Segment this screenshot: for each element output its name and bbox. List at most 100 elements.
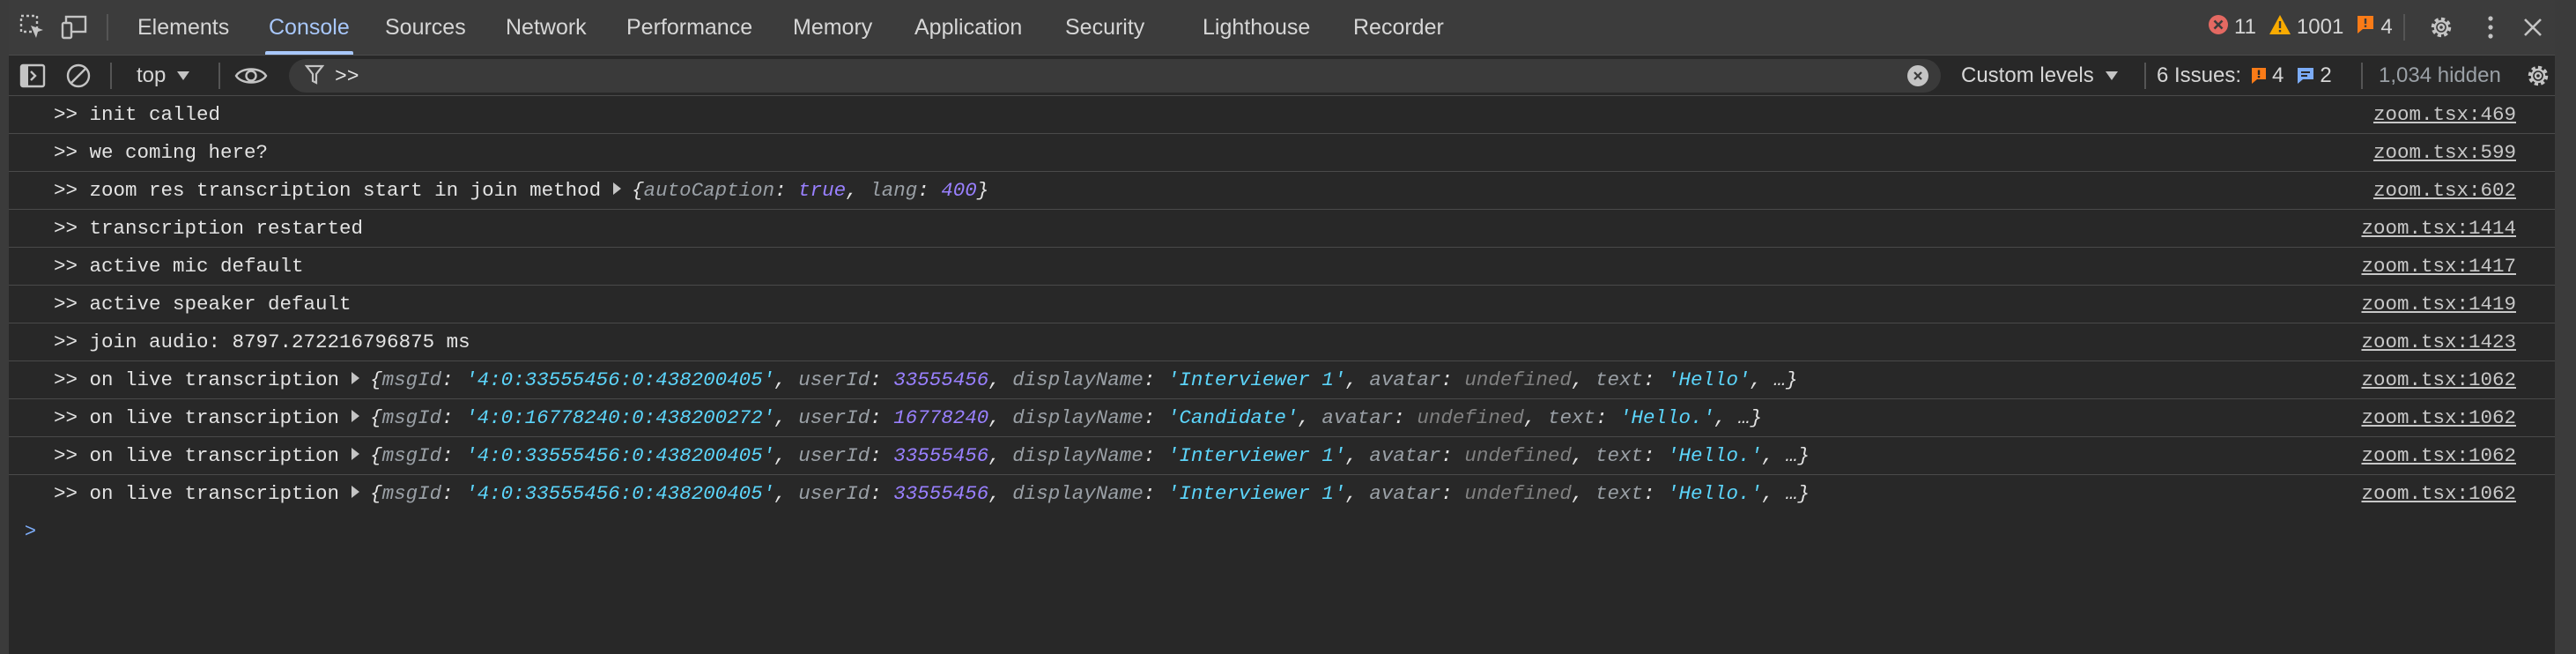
- tab-security[interactable]: Security: [1065, 0, 1144, 55]
- object-key: userId: [798, 406, 870, 429]
- sidebar-toggle-icon[interactable]: [19, 56, 46, 95]
- issue-count[interactable]: 4: [2356, 14, 2393, 41]
- chevron-down-icon: [2105, 71, 2119, 81]
- clear-filter-icon[interactable]: [1907, 65, 1928, 86]
- object-colon: :: [1143, 406, 1167, 429]
- filter-input[interactable]: [333, 62, 1869, 92]
- device-toolbar-icon[interactable]: [60, 12, 90, 42]
- expand-triangle-icon[interactable]: [352, 410, 360, 423]
- object-separator: ,: [1345, 482, 1370, 505]
- console-message-text: >> transcription restarted: [54, 217, 364, 240]
- error-count[interactable]: 11: [2208, 14, 2256, 41]
- object-value: 400: [941, 179, 977, 202]
- warning-count[interactable]: 1001: [2269, 14, 2343, 41]
- object-key: msgId: [381, 482, 442, 505]
- settings-gear-icon[interactable]: [2426, 12, 2456, 42]
- tab-elements[interactable]: Elements: [137, 0, 229, 55]
- issues-button[interactable]: 6 Issues: 4 2: [2157, 56, 2332, 95]
- object-value: 'Hello.': [1666, 444, 1763, 467]
- object-separator: ,: [1345, 368, 1370, 391]
- object-value: '4:0:33555456:0:438200405': [465, 368, 775, 391]
- tabbar-separator-right: [2403, 14, 2405, 41]
- object-value: 16778240: [893, 406, 989, 429]
- source-link[interactable]: zoom.tsx:602: [2373, 172, 2516, 209]
- object-separator: ,: [774, 406, 799, 429]
- expand-triangle-icon[interactable]: [613, 182, 622, 196]
- console-message-content: >> on live transcription {msgId: '4:0:335…: [54, 475, 1810, 512]
- tab-recorder[interactable]: Recorder: [1353, 0, 1444, 55]
- source-link[interactable]: zoom.tsx:1062: [2361, 399, 2516, 436]
- object-preview[interactable]: {msgId: '4:0:33555456:0:438200405', user…: [370, 482, 1810, 505]
- inspect-element-icon[interactable]: [18, 12, 48, 42]
- object-key: text: [1595, 482, 1643, 505]
- filterbar-separator: [2361, 63, 2363, 89]
- object-value: 'Hello.': [1618, 406, 1714, 429]
- expand-triangle-icon[interactable]: [352, 486, 360, 499]
- source-link[interactable]: zoom.tsx:599: [2373, 134, 2516, 171]
- left-gutter: [0, 0, 9, 654]
- object-preview[interactable]: {msgId: '4:0:16778240:0:438200272', user…: [370, 406, 1762, 429]
- source-link[interactable]: zoom.tsx:1423: [2361, 323, 2516, 360]
- console-message: >> active mic default zoom.tsx:1417: [9, 248, 2555, 286]
- filterbar-separator: [218, 63, 220, 89]
- console-message-text: >> on live transcription: [54, 368, 340, 391]
- object-value: true: [798, 179, 847, 202]
- tab-sources[interactable]: Sources: [385, 0, 466, 55]
- object-separator: ,: [1571, 482, 1595, 505]
- clear-console-icon[interactable]: [65, 56, 92, 95]
- console-counts[interactable]: 11 1001 4: [2208, 0, 2405, 55]
- console-prompt[interactable]: >: [25, 519, 36, 542]
- source-link[interactable]: zoom.tsx:1062: [2361, 361, 2516, 398]
- context-selector[interactable]: top: [137, 56, 190, 95]
- object-separator: ,: [988, 482, 1013, 505]
- live-expression-eye-icon[interactable]: [234, 56, 268, 95]
- expand-triangle-icon[interactable]: [352, 448, 360, 461]
- console-messages: >> init called zoom.tsx:469 >> we coming…: [9, 96, 2555, 512]
- tab-lighthouse[interactable]: Lighthouse: [1203, 0, 1310, 55]
- object-colon: :: [1143, 444, 1167, 467]
- tab-memory[interactable]: Memory: [793, 0, 872, 55]
- tab-console[interactable]: Console: [265, 0, 353, 55]
- issue-warning-icon: [2250, 66, 2268, 85]
- source-link[interactable]: zoom.tsx:469: [2373, 96, 2516, 133]
- object-preview[interactable]: {autoCaption: true, lang: 400}: [632, 179, 988, 202]
- console-message-content: >> zoom res transcription start in join …: [54, 172, 988, 209]
- source-link[interactable]: zoom.tsx:1062: [2361, 437, 2516, 474]
- tab-application[interactable]: Application: [914, 0, 1022, 55]
- object-brace: {: [370, 406, 382, 429]
- console-message: >> transcription restarted zoom.tsx:1414: [9, 210, 2555, 248]
- object-colon: :: [1440, 368, 1465, 391]
- console-settings-gear-icon[interactable]: [2525, 56, 2551, 95]
- console-message: >> we coming here? zoom.tsx:599: [9, 134, 2555, 172]
- object-preview[interactable]: {msgId: '4:0:33555456:0:438200405', user…: [370, 444, 1810, 467]
- expand-triangle-icon[interactable]: [352, 372, 360, 385]
- object-colon: :: [1440, 482, 1465, 505]
- object-key: msgId: [381, 368, 442, 391]
- object-colon: :: [870, 444, 894, 467]
- object-value: '4:0:33555456:0:438200405': [465, 482, 775, 505]
- tab-performance[interactable]: Performance: [626, 0, 752, 55]
- more-options-icon[interactable]: [2476, 12, 2506, 42]
- source-link[interactable]: zoom.tsx:1414: [2361, 210, 2516, 247]
- object-value: undefined: [1464, 368, 1572, 391]
- object-colon: :: [441, 368, 466, 391]
- object-key: autoCaption: [643, 179, 775, 202]
- object-separator: ,: [846, 179, 870, 202]
- object-ellipsis: , …: [1750, 368, 1787, 391]
- console-message-text: >> join audio: 8797.272216796875 ms: [54, 331, 470, 353]
- source-link[interactable]: zoom.tsx:1419: [2361, 286, 2516, 323]
- object-separator: ,: [1523, 406, 1548, 429]
- source-link[interactable]: zoom.tsx:1062: [2361, 475, 2516, 512]
- right-gutter: [2555, 0, 2576, 654]
- log-levels-dropdown[interactable]: Custom levels: [1961, 56, 2119, 95]
- object-separator: ,: [1571, 444, 1595, 467]
- object-preview[interactable]: {msgId: '4:0:33555456:0:438200405', user…: [370, 368, 1797, 391]
- object-separator: ,: [774, 368, 799, 391]
- object-key: userId: [798, 368, 870, 391]
- object-colon: :: [441, 482, 466, 505]
- tab-network[interactable]: Network: [506, 0, 587, 55]
- object-separator: ,: [1345, 444, 1370, 467]
- source-link[interactable]: zoom.tsx:1417: [2361, 248, 2516, 285]
- close-devtools-icon[interactable]: [2518, 12, 2548, 42]
- object-value: 33555456: [893, 368, 989, 391]
